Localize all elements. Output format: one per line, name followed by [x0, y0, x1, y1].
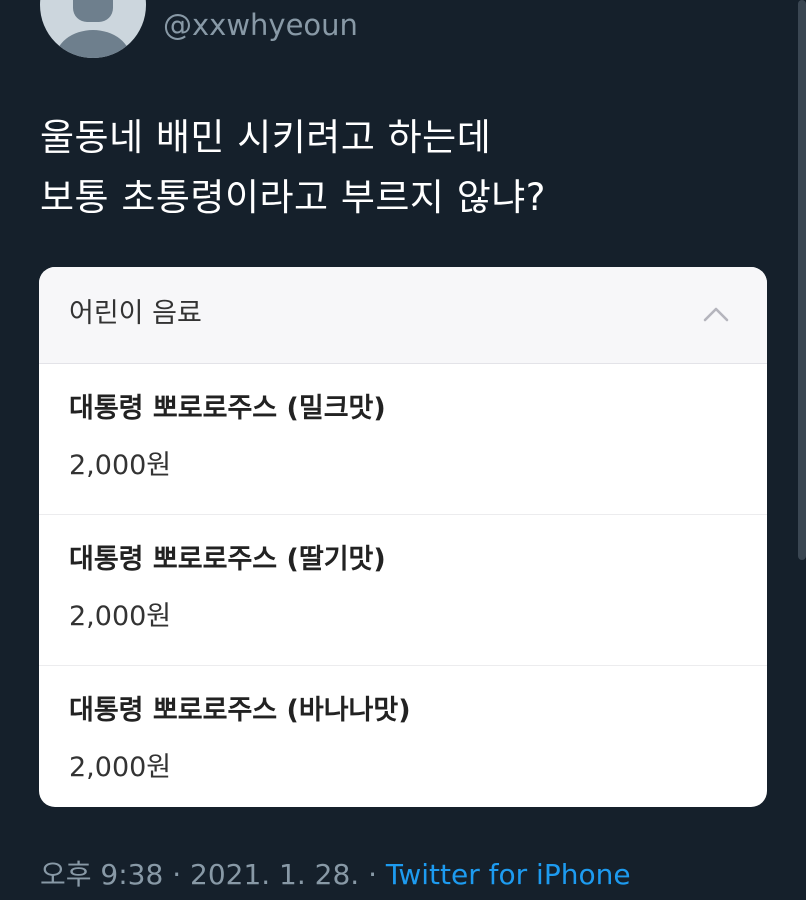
menu-item: 대통령 뽀로로주스 (밀크맛) 2,000원 [39, 364, 767, 515]
menu-item-price: 2,000원 [69, 752, 172, 783]
menu-item: 대통령 뽀로로주스 (바나나맛) 2,000원 [39, 666, 767, 807]
menu-card-screenshot[interactable]: 어린이 음료 대통령 뽀로로주스 (밀크맛) 2,000원 대통령 뽀로로주스 … [39, 267, 767, 807]
chevron-up-icon [703, 307, 729, 322]
tweet-text: 울동네 배민 시키려고 하는데 보통 초통령이라고 부르지 않냐? [40, 108, 780, 228]
tweet-timestamp[interactable]: 오후 9:38 · 2021. 1. 28. · [40, 858, 386, 891]
menu-item-name: 대통령 뽀로로주스 (바나나맛) [69, 695, 411, 726]
menu-item: 대통령 뽀로로주스 (딸기맛) 2,000원 [39, 515, 767, 666]
menu-section-title: 어린이 음료 [69, 298, 202, 329]
user-handle[interactable]: @xxwhyeoun [163, 6, 358, 44]
tweet-screen: @xxwhyeoun 울동네 배민 시키려고 하는데 보통 초통령이라고 부르지… [0, 0, 806, 900]
avatar[interactable] [40, 0, 146, 58]
tweet-text-line-2: 보통 초통령이라고 부르지 않냐? [40, 176, 546, 219]
avatar-head-shape [73, 0, 113, 22]
menu-item-name: 대통령 뽀로로주스 (밀크맛) [69, 393, 386, 424]
tweet-source-link[interactable]: Twitter for iPhone [386, 858, 631, 891]
tweet-meta: 오후 9:38 · 2021. 1. 28. · Twitter for iPh… [40, 856, 631, 894]
menu-item-price: 2,000원 [69, 450, 172, 481]
scrollbar[interactable] [798, 0, 806, 560]
menu-item-price: 2,000원 [69, 601, 172, 632]
avatar-body-shape [55, 30, 131, 58]
menu-section-header: 어린이 음료 [39, 267, 767, 364]
tweet-text-line-1: 울동네 배민 시키려고 하는데 [40, 116, 492, 159]
menu-item-name: 대통령 뽀로로주스 (딸기맛) [69, 544, 386, 575]
